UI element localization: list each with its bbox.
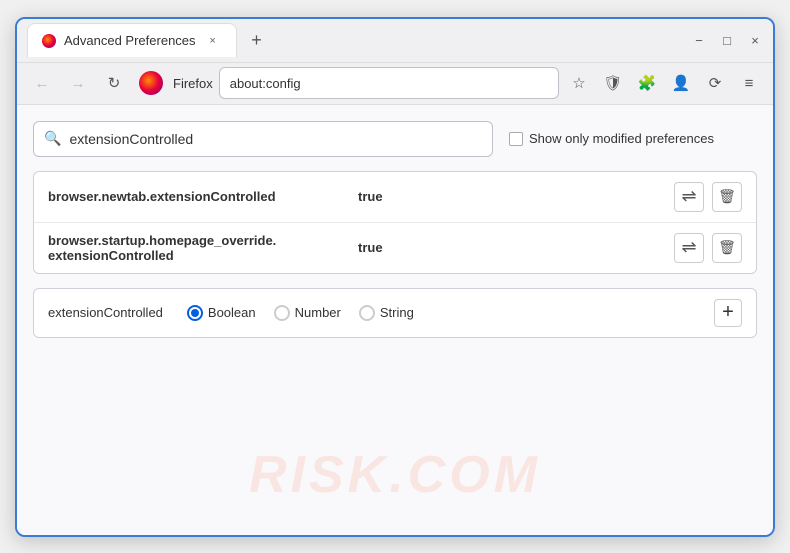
radio-string[interactable]: String xyxy=(359,305,414,321)
swap-button-1[interactable] xyxy=(674,182,704,212)
address-bar[interactable]: about:config xyxy=(219,67,559,99)
add-preference-button[interactable]: + xyxy=(714,299,742,327)
new-pref-name: extensionControlled xyxy=(48,305,163,320)
new-tab-button[interactable]: + xyxy=(243,26,271,54)
swap-icon-2 xyxy=(681,237,696,258)
tab-label: Advanced Preferences xyxy=(64,33,196,48)
url-text: about:config xyxy=(230,76,301,91)
active-tab[interactable]: Advanced Preferences × xyxy=(27,23,237,57)
firefox-logo-icon xyxy=(139,71,163,95)
minimize-button[interactable]: − xyxy=(691,32,707,48)
refresh-button[interactable]: ↻ xyxy=(99,68,129,98)
preferences-table: browser.newtab.extensionControlled true … xyxy=(33,171,757,274)
type-radio-group: Boolean Number String xyxy=(187,305,690,321)
swap-button-2[interactable] xyxy=(674,233,704,263)
bookmark-icon[interactable]: ☆ xyxy=(565,69,593,97)
shield-icon[interactable]: 🛡 xyxy=(599,69,627,97)
window-controls: − □ × xyxy=(691,32,763,48)
watermark: RISK.COM xyxy=(249,445,541,505)
delete-button-2[interactable] xyxy=(712,233,742,263)
tab-close-button[interactable]: × xyxy=(204,32,222,50)
browser-window: Advanced Preferences × + − □ × ← → xyxy=(15,17,775,537)
maximize-button[interactable]: □ xyxy=(719,32,735,48)
trash-icon-2 xyxy=(718,239,736,257)
menu-icon[interactable]: ≡ xyxy=(735,69,763,97)
close-button[interactable]: × xyxy=(747,32,763,48)
table-row: browser.newtab.extensionControlled true xyxy=(34,172,756,223)
radio-boolean-circle[interactable] xyxy=(187,305,203,321)
pref-actions-1 xyxy=(674,182,742,212)
radio-number-circle[interactable] xyxy=(274,305,290,321)
title-bar: Advanced Preferences × + − □ × xyxy=(17,19,773,63)
radio-boolean[interactable]: Boolean xyxy=(187,305,256,321)
tab-favicon xyxy=(42,34,56,48)
back-button[interactable]: ← xyxy=(27,68,57,98)
extensions-icon[interactable]: 🧩 xyxy=(633,69,661,97)
toolbar-icons: ☆ 🛡 🧩 👤 ⟳ ≡ xyxy=(565,69,763,97)
pref-value-2: true xyxy=(358,240,674,255)
pref-name-1: browser.newtab.extensionControlled xyxy=(48,189,358,204)
search-input[interactable] xyxy=(69,131,482,147)
toolbar: ← → ↻ Firefox about:config ☆ 🛡 🧩 👤 xyxy=(17,63,773,105)
pref-name-2: browser.startup.homepage_override. exten… xyxy=(48,233,358,263)
delete-button-1[interactable] xyxy=(712,182,742,212)
pref-actions-2 xyxy=(674,233,742,263)
show-modified-checkbox[interactable] xyxy=(509,132,523,146)
profile-icon[interactable]: 👤 xyxy=(667,69,695,97)
firefox-label: Firefox xyxy=(173,76,213,91)
radio-string-circle[interactable] xyxy=(359,305,375,321)
show-modified-label[interactable]: Show only modified preferences xyxy=(509,131,714,146)
radio-number[interactable]: Number xyxy=(274,305,341,321)
page-content: RISK.COM 🔍 Show only modified preference… xyxy=(17,105,773,535)
search-box[interactable]: 🔍 xyxy=(33,121,493,157)
swap-icon-1 xyxy=(681,186,696,207)
table-row: browser.startup.homepage_override. exten… xyxy=(34,223,756,273)
search-row: 🔍 Show only modified preferences xyxy=(33,121,757,157)
search-icon: 🔍 xyxy=(44,130,61,147)
new-preference-row: extensionControlled Boolean Number Strin… xyxy=(33,288,757,338)
forward-button[interactable]: → xyxy=(63,68,93,98)
pref-value-1: true xyxy=(358,189,674,204)
trash-icon-1 xyxy=(718,188,736,206)
sync-icon[interactable]: ⟳ xyxy=(701,69,729,97)
